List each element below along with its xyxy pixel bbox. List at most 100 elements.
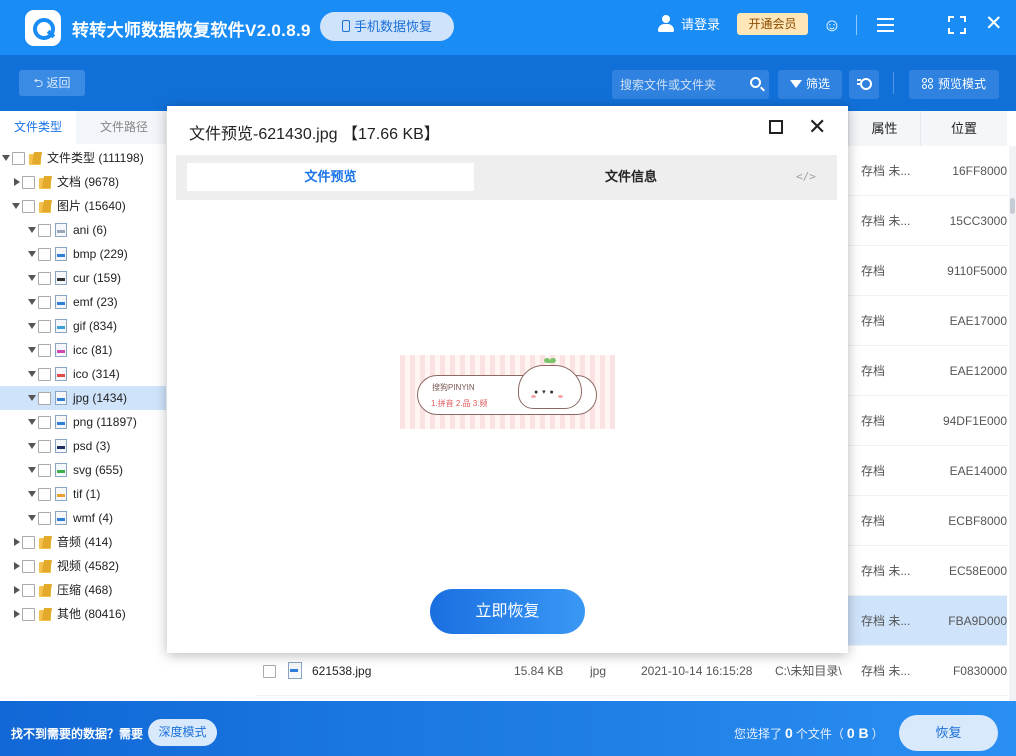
tree-checkbox[interactable] [38,392,51,405]
tree-checkbox[interactable] [22,560,35,573]
chevron-right-icon[interactable] [14,562,20,570]
chevron-down-icon[interactable] [28,323,36,329]
tree-checkbox[interactable] [22,608,35,621]
tree-checkbox[interactable] [38,440,51,453]
row-checkbox[interactable] [263,665,276,678]
maximize-icon[interactable] [948,16,966,34]
tree-item[interactable]: 文件类型 (111198) [0,146,166,170]
deep-mode-button[interactable]: 深度模式 [148,719,217,746]
chevron-right-icon[interactable] [14,586,20,594]
chevron-down-icon[interactable] [28,275,36,281]
tree-checkbox[interactable] [12,152,25,165]
tree-item-label: icc (81) [73,343,113,357]
search-input[interactable] [620,76,740,93]
menu-icon[interactable] [877,18,894,32]
chevron-down-icon[interactable] [28,443,36,449]
tree-item[interactable]: 其他 (80416) [0,602,166,626]
tree-checkbox[interactable] [38,416,51,429]
tree-checkbox[interactable] [22,584,35,597]
tree-item[interactable]: png (11897) [0,410,166,434]
chevron-down-icon[interactable] [28,227,36,233]
advanced-search-icon[interactable] [849,70,879,99]
chevron-down-icon[interactable] [28,299,36,305]
tree-item[interactable]: icc (81) [0,338,166,362]
search-icon[interactable] [750,77,761,88]
tree-checkbox[interactable] [38,224,51,237]
tree-checkbox[interactable] [38,368,51,381]
filter-button[interactable]: 筛选 [778,70,842,99]
grid-icon [921,78,934,90]
tree-checkbox[interactable] [22,536,35,549]
table-scrollbar[interactable] [1009,146,1016,701]
tree-item[interactable]: cur (159) [0,266,166,290]
table-row[interactable]: 621538.jpg 15.84 KB jpg 2021-10-14 16:15… [255,646,1007,696]
chevron-down-icon[interactable] [12,203,20,209]
tree-checkbox[interactable] [38,248,51,261]
row-attr: 存档 [861,264,886,278]
tab-file-preview[interactable]: 文件预览 [187,163,474,191]
column-header-attr[interactable]: 属性 [848,111,920,146]
tree-checkbox[interactable] [38,296,51,309]
tree-item[interactable]: 视频 (4582) [0,554,166,578]
tree-item[interactable]: wmf (4) [0,506,166,530]
restore-now-button[interactable]: 立即恢复 [430,589,585,634]
tree-item[interactable]: bmp (229) [0,242,166,266]
row-type: jpg [590,664,607,678]
tree-item[interactable]: gif (834) [0,314,166,338]
chevron-down-icon[interactable] [28,419,36,425]
maximize-icon[interactable] [769,120,783,134]
tab-file-info[interactable]: 文件信息 [556,163,706,191]
vip-button[interactable]: 开通会员 [737,13,808,35]
tree-item[interactable]: 图片 (15640) [0,194,166,218]
tree-checkbox[interactable] [38,320,51,333]
tab-file-path[interactable]: 文件路径 [100,111,148,144]
close-icon[interactable]: ✕ [985,13,1003,35]
chevron-down-icon[interactable] [2,155,10,161]
chevron-right-icon[interactable] [14,610,20,618]
chevron-right-icon[interactable] [14,538,20,546]
tree-item[interactable]: jpg (1434) [0,386,166,410]
chevron-down-icon[interactable] [28,515,36,521]
search-box[interactable] [612,70,769,99]
preview-mode-button[interactable]: 预览模式 [909,70,999,99]
mobile-recovery-button[interactable]: 手机数据恢复 [320,12,454,41]
tree-item[interactable]: tif (1) [0,482,166,506]
close-icon[interactable]: ✕ [808,116,826,138]
tab-file-type[interactable]: 文件类型 [0,111,76,144]
tree-checkbox[interactable] [22,176,35,189]
chevron-down-icon[interactable] [28,251,36,257]
row-position: EAE14000 [949,464,1007,478]
tree-item[interactable]: 压缩 (468) [0,578,166,602]
chevron-down-icon[interactable] [28,371,36,377]
tree-checkbox[interactable] [22,200,35,213]
tree-checkbox[interactable] [38,344,51,357]
tree-item-label: 文档 (9678) [57,175,120,189]
support-icon[interactable]: ☺ [822,15,842,35]
chevron-down-icon[interactable] [28,467,36,473]
recover-button[interactable]: 恢复 [899,715,998,751]
folder-icon [29,151,43,165]
tree-item[interactable]: psd (3) [0,434,166,458]
tree-item[interactable]: svg (655) [0,458,166,482]
file-preview-dialog: 文件预览-621430.jpg 【17.66 KB】 ✕ 文件预览 文件信息 <… [167,106,848,653]
code-icon[interactable]: </> [796,170,816,183]
chevron-right-icon[interactable] [14,178,20,186]
tree-item[interactable]: 音频 (414) [0,530,166,554]
tree-item[interactable]: ico (314) [0,362,166,386]
tree-item[interactable]: 文档 (9678) [0,170,166,194]
row-position: F0830000 [952,664,1007,678]
tree-item-label: 音频 (414) [57,535,113,549]
scrollbar-thumb[interactable] [1010,198,1015,214]
login-link[interactable]: 请登录 [657,14,720,33]
back-button[interactable]: ⮌ 返回 [19,70,85,96]
tree-item[interactable]: ani (6) [0,218,166,242]
tree-checkbox[interactable] [38,488,51,501]
chevron-down-icon[interactable] [28,491,36,497]
chevron-down-icon[interactable] [28,395,36,401]
chevron-down-icon[interactable] [28,347,36,353]
tree-checkbox[interactable] [38,464,51,477]
tree-checkbox[interactable] [38,512,51,525]
tree-item[interactable]: emf (23) [0,290,166,314]
tree-checkbox[interactable] [38,272,51,285]
column-header-position[interactable]: 位置 [920,111,1007,146]
